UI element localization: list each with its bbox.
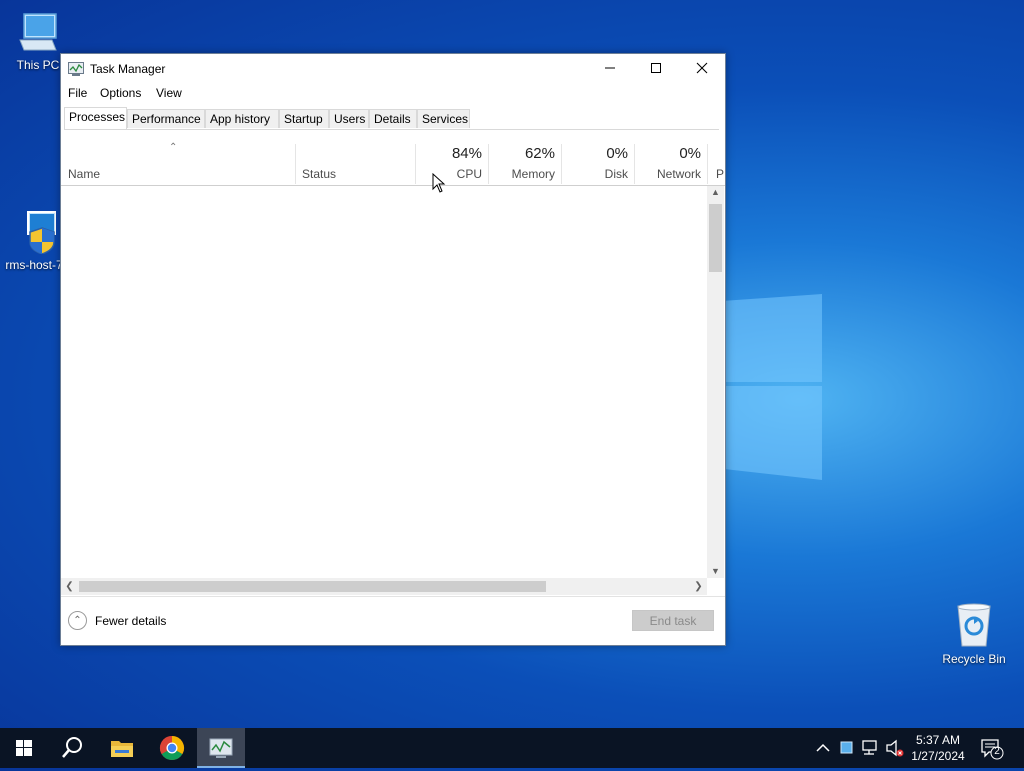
- network-percent: 0%: [679, 145, 701, 162]
- close-icon: [696, 62, 708, 74]
- mouse-cursor-icon: [432, 173, 446, 193]
- menu-file[interactable]: File: [68, 86, 87, 100]
- taskbar-search-button[interactable]: [48, 728, 96, 768]
- window-title: Task Manager: [90, 62, 166, 76]
- collapse-chevron-icon: ⌃: [68, 611, 87, 630]
- minimize-icon: [605, 67, 615, 69]
- task-manager-icon: [209, 738, 233, 758]
- tab-services[interactable]: Services: [417, 109, 470, 128]
- clock-date: 1/27/2024: [911, 749, 965, 763]
- end-task-button[interactable]: End task: [632, 610, 714, 631]
- scroll-up-icon[interactable]: ▲: [707, 187, 724, 197]
- desktop-icon-recycle-bin[interactable]: Recycle Bin: [936, 602, 1012, 666]
- column-memory[interactable]: Memory: [490, 167, 555, 181]
- column-header-row: ⌃ Name Status 84% CPU 62% Memory 0% Disk…: [61, 140, 725, 186]
- taskbar-file-explorer[interactable]: [98, 728, 146, 768]
- maximize-icon: [651, 63, 661, 73]
- footer-bar: ⌃ Fewer details End task: [61, 596, 725, 645]
- process-list[interactable]: [61, 186, 707, 578]
- vertical-scroll-thumb[interactable]: [709, 204, 722, 272]
- horizontal-scroll-thumb[interactable]: [79, 581, 546, 592]
- file-explorer-icon: [111, 741, 133, 757]
- desktop-icon-label: rms-host-7: [5, 258, 63, 272]
- disk-percent: 0%: [606, 145, 628, 162]
- column-network[interactable]: Network: [636, 167, 701, 181]
- scroll-down-icon[interactable]: ▼: [707, 566, 724, 576]
- menu-view[interactable]: View: [156, 86, 182, 100]
- desktop-icon-label: Recycle Bin: [942, 652, 1006, 666]
- title-bar[interactable]: Task Manager: [61, 54, 725, 84]
- volume-muted-icon[interactable]: [884, 728, 906, 768]
- menu-options[interactable]: Options: [100, 86, 141, 100]
- start-button[interactable]: [0, 728, 48, 768]
- minimize-button[interactable]: [587, 54, 633, 84]
- clock-time: 5:37 AM: [915, 733, 961, 747]
- tab-users[interactable]: Users: [329, 109, 369, 128]
- network-icon[interactable]: [860, 728, 882, 768]
- desktop-icon-label: This PC: [16, 58, 60, 72]
- taskbar-chrome[interactable]: [148, 728, 196, 768]
- sort-ascending-icon: ⌃: [169, 142, 178, 153]
- scroll-right-icon[interactable]: ❯: [690, 578, 707, 595]
- remote-host-shortcut-icon: [27, 211, 56, 254]
- task-manager-app-icon: [68, 62, 84, 76]
- notification-count-badge: 2: [994, 746, 1000, 757]
- system-clock[interactable]: 5:37 AM 1/27/2024: [905, 732, 971, 764]
- maximize-button[interactable]: [633, 54, 679, 84]
- scroll-left-icon[interactable]: ❮: [61, 578, 78, 595]
- column-name[interactable]: Name: [68, 167, 100, 181]
- tab-app-history[interactable]: App history: [205, 109, 279, 128]
- tab-startup[interactable]: Startup: [279, 109, 329, 128]
- close-button[interactable]: [679, 54, 725, 84]
- tab-strip: Processes Performance App history Startu…: [64, 107, 719, 130]
- this-pc-icon: [19, 13, 57, 51]
- vertical-scrollbar[interactable]: ▲ ▼: [707, 186, 724, 578]
- show-hidden-icons-chevron-icon[interactable]: [812, 728, 834, 768]
- column-power-truncated[interactable]: P: [716, 167, 724, 181]
- task-manager-window: Task Manager File Options View Processes…: [60, 53, 726, 646]
- column-status[interactable]: Status: [302, 167, 336, 181]
- wallpaper-windows-logo: [722, 288, 822, 480]
- cpu-percent: 84%: [451, 145, 482, 162]
- fewer-details-label: Fewer details: [95, 614, 167, 628]
- horizontal-scrollbar[interactable]: ❮ ❯: [61, 578, 707, 595]
- tray-app-icon[interactable]: [838, 728, 856, 768]
- tab-performance[interactable]: Performance: [127, 109, 205, 128]
- search-icon: [62, 737, 82, 758]
- recycle-bin-icon: [957, 603, 991, 647]
- taskbar-task-manager[interactable]: [197, 728, 245, 768]
- tab-details[interactable]: Details: [369, 109, 417, 128]
- column-disk[interactable]: Disk: [563, 167, 628, 181]
- taskbar: 5:37 AM 1/27/2024 2: [0, 728, 1024, 768]
- column-cpu[interactable]: CPU: [417, 167, 482, 181]
- chrome-icon: [159, 736, 185, 761]
- memory-percent: 62%: [524, 145, 555, 162]
- start-icon: [16, 740, 32, 756]
- action-center-button[interactable]: 2: [980, 738, 1004, 760]
- tab-processes[interactable]: Processes: [64, 107, 127, 129]
